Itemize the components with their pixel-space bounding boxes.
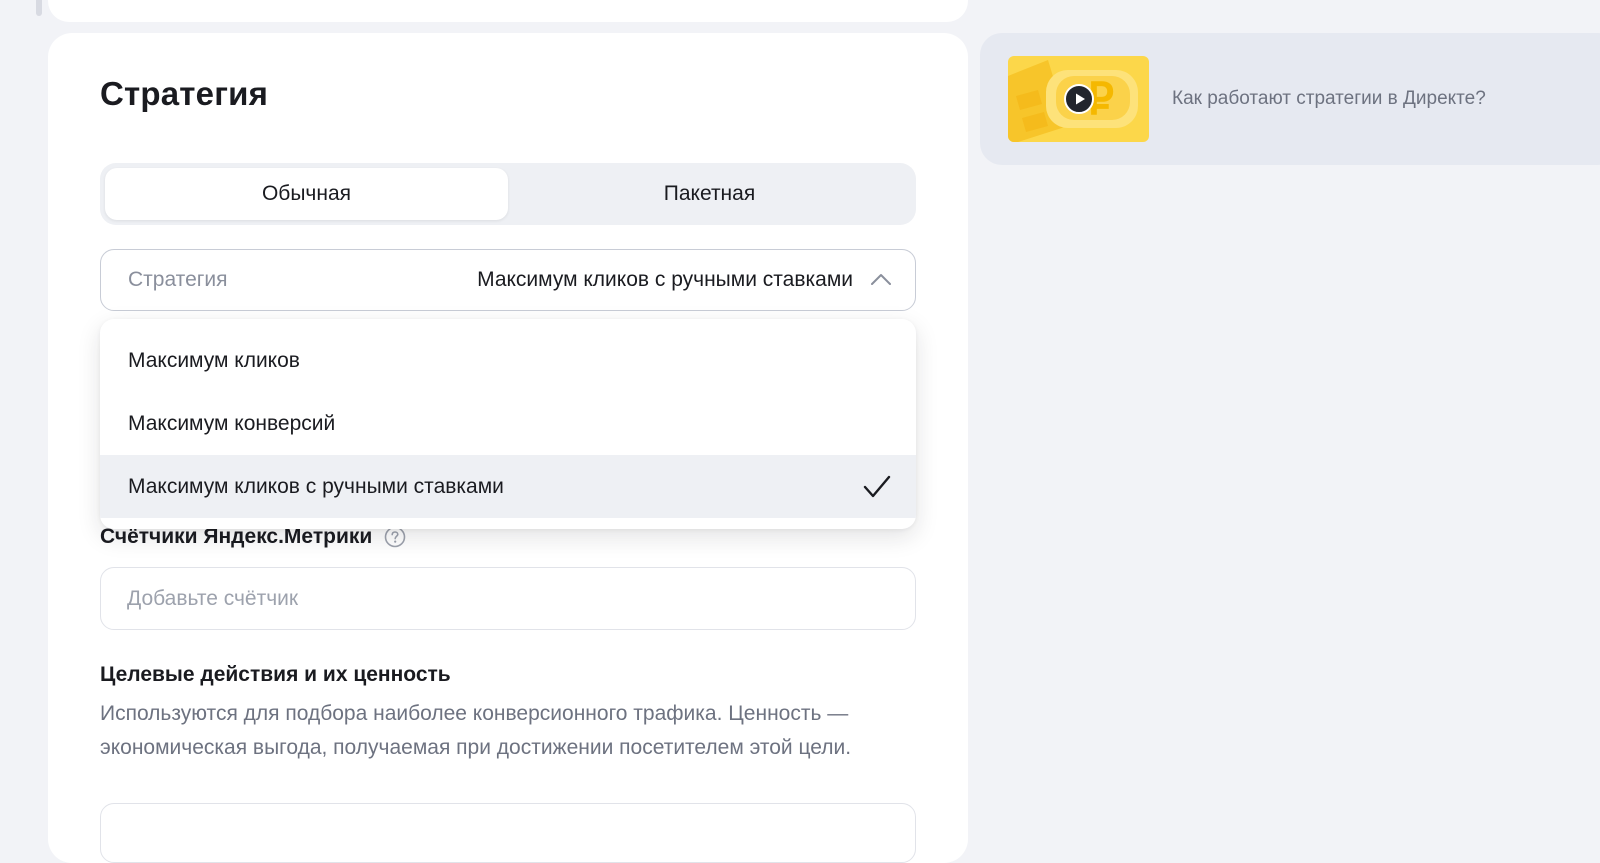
scrollbar-marker [36, 0, 42, 16]
strategy-card: Стратегия Обычная Пакетная Стратегия Мак… [48, 33, 968, 863]
strategy-type-tabs: Обычная Пакетная [100, 163, 916, 225]
previous-card-edge [48, 0, 968, 22]
tab-regular[interactable]: Обычная [105, 168, 508, 220]
help-icon[interactable] [384, 526, 406, 548]
strategy-dropdown: Максимум кликов Максимум конверсий Макси… [100, 319, 916, 529]
section-title: Стратегия [100, 75, 269, 112]
strategy-select-value: Максимум кликов с ручными ставками [477, 268, 853, 291]
video-thumbnail[interactable]: ₽ [1008, 56, 1149, 142]
chevron-up-icon[interactable] [869, 268, 893, 292]
goals-title: Целевые действия и их ценность [100, 663, 451, 686]
goals-description: Используются для подбора наиболее конвер… [100, 702, 852, 759]
option-label: Максимум кликов с ручными ставками [128, 474, 504, 498]
goals-field[interactable] [100, 803, 916, 863]
strategy-select[interactable]: Стратегия Максимум кликов с ручными став… [100, 249, 916, 311]
option-label: Максимум конверсий [128, 411, 336, 435]
option-max-conversions[interactable]: Максимум конверсий [100, 392, 916, 455]
metrika-counter-input[interactable] [100, 567, 916, 630]
play-icon[interactable] [1064, 84, 1094, 114]
option-label: Максимум кликов [128, 348, 300, 372]
strategy-select-label: Стратегия [128, 268, 228, 291]
promo-link-text[interactable]: Как работают стратегии в Директе? [1172, 88, 1486, 110]
checkmark-icon [862, 472, 892, 502]
tab-package[interactable]: Пакетная [508, 168, 911, 220]
option-max-clicks-manual-bids[interactable]: Максимум кликов с ручными ставками [100, 455, 916, 518]
strategy-video-promo[interactable]: ₽ Как работают стратегии в Директе? [980, 33, 1600, 165]
option-max-clicks[interactable]: Максимум кликов [100, 329, 916, 392]
